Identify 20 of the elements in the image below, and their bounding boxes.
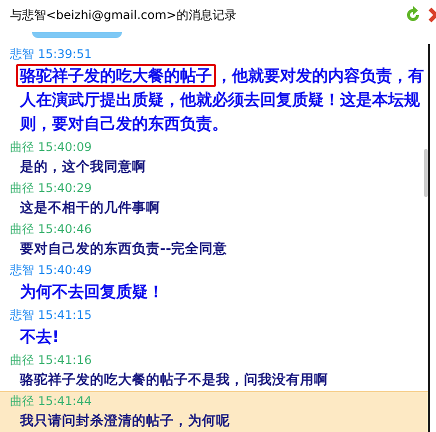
message-text: 骆驼祥子发的吃大餐的帖子不是我，问我没有用啊 [18, 371, 329, 390]
message-header: 曲径 15:40:46 [9, 221, 93, 238]
scrollbar-thumb[interactable] [424, 149, 428, 197]
message-header: 悲智 15:39:51 [9, 46, 93, 63]
message-header: 曲径 15:40:29 [9, 180, 93, 197]
message-header: 曲径 15:41:44 [9, 393, 93, 410]
message-text: 要对自己发的东西负责--完全同意 [19, 240, 228, 259]
message-text: 为何不去回复质疑！ [19, 281, 165, 303]
message-text: 我只请问封杀澄清的帖子，为何呢 [18, 412, 231, 431]
message-text: 是的，这个我同意啊 [19, 158, 147, 177]
message-header: 悲智 15:40:49 [9, 262, 93, 279]
window-title: 与悲智<beizhi@gmail.com>的消息记录 [10, 6, 238, 24]
message-text: 不去! [18, 326, 60, 348]
message-header: 悲智 15:41:15 [9, 307, 93, 324]
message-header: 曲径 15:41:16 [9, 352, 93, 369]
message-header: 曲径 15:40:09 [9, 139, 93, 156]
selected-message[interactable]: 曲径 15:41:44 我只请问封杀澄清的帖子，为何呢 [0, 391, 428, 432]
refresh-icon[interactable] [404, 6, 422, 24]
message-text: 这是不相干的几件事啊 [19, 199, 161, 218]
message-text: 骆驼祥子发的吃大餐的帖子 ，他就要对发的内容负责，有人在演武厅提出质疑，他就必须去回复质疑！这是本坛规则，要对自己发的东西负责。 [0, 64, 428, 136]
